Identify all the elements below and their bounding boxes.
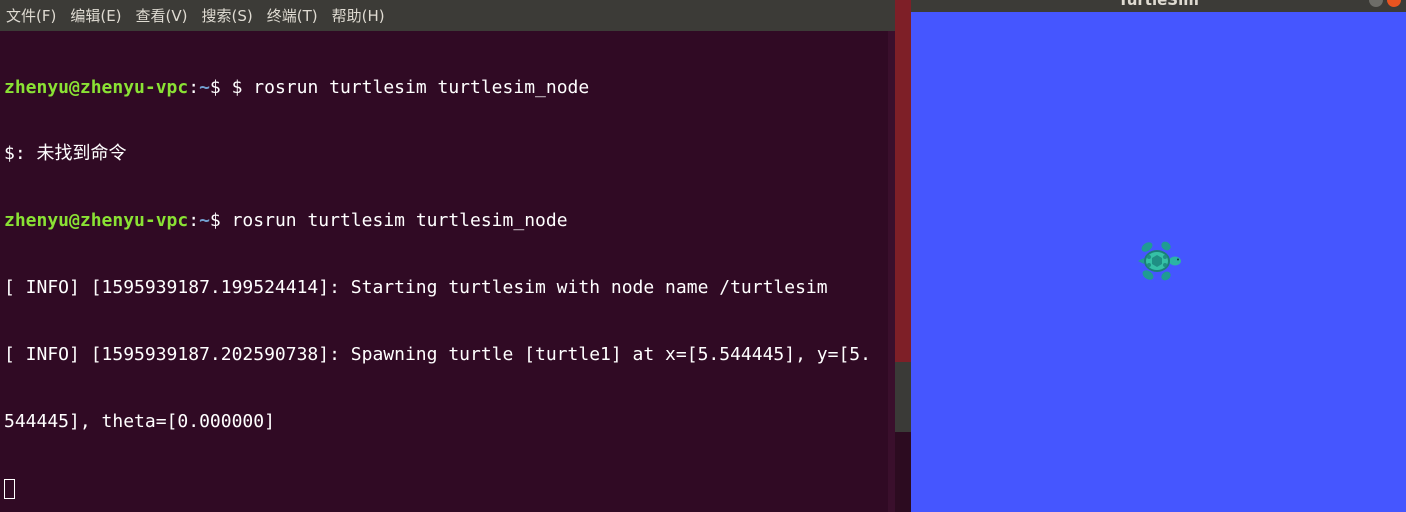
terminal-line: zhenyu@zhenyu-vpc:~$ rosrun turtlesim tu… <box>4 210 891 232</box>
menu-edit[interactable]: 编辑(E) <box>70 5 121 26</box>
menu-file[interactable]: 文件(F) <box>6 5 56 26</box>
turtle-icon <box>1138 241 1181 281</box>
terminal-scrollbar[interactable] <box>888 31 895 512</box>
background-terminal-edge <box>895 432 911 512</box>
prompt-separator: : <box>188 210 200 232</box>
terminal-line: 544445], theta=[0.000000] <box>4 411 275 433</box>
desktop: 文件(F) 编辑(E) 查看(V) 搜索(S) 终端(T) 帮助(H) zhen… <box>0 0 1406 512</box>
menu-view[interactable]: 查看(V) <box>136 5 188 26</box>
menu-terminal[interactable]: 终端(T) <box>267 5 318 26</box>
terminal-menubar: 文件(F) 编辑(E) 查看(V) 搜索(S) 终端(T) 帮助(H) <box>0 0 895 31</box>
turtlesim-titlebar[interactable]: TurtleSim <box>911 0 1406 12</box>
menu-help[interactable]: 帮助(H) <box>332 5 385 26</box>
terminal-line: [ INFO] [1595939187.202590738]: Spawning… <box>4 344 871 366</box>
terminal-output[interactable]: zhenyu@zhenyu-vpc:~$ $ rosrun turtlesim … <box>0 31 895 512</box>
prompt-command: $ $ rosrun turtlesim turtlesim_node <box>209 76 590 98</box>
terminal-window: 文件(F) 编辑(E) 查看(V) 搜索(S) 终端(T) 帮助(H) zhen… <box>0 0 895 512</box>
prompt-path: ~ <box>199 76 210 98</box>
prompt-command: $ rosrun turtlesim turtlesim_node <box>209 210 568 232</box>
window-title: TurtleSim <box>1118 0 1199 9</box>
menu-search[interactable]: 搜索(S) <box>202 5 253 26</box>
turtlesim-canvas <box>911 12 1406 512</box>
terminal-line: $: 未找到命令 <box>4 143 127 165</box>
prompt-user-host: zhenyu@zhenyu-vpc <box>4 210 189 232</box>
prompt-path: ~ <box>199 210 210 232</box>
terminal-line: zhenyu@zhenyu-vpc:~$ $ rosrun turtlesim … <box>4 77 891 99</box>
text-cursor <box>4 478 15 499</box>
background-window-edge <box>895 362 911 432</box>
prompt-user-host: zhenyu@zhenyu-vpc <box>4 76 189 98</box>
prompt-separator: : <box>188 76 200 98</box>
terminal-line: [ INFO] [1595939187.199524414]: Starting… <box>4 277 828 299</box>
terminal-cursor-line <box>4 478 891 500</box>
